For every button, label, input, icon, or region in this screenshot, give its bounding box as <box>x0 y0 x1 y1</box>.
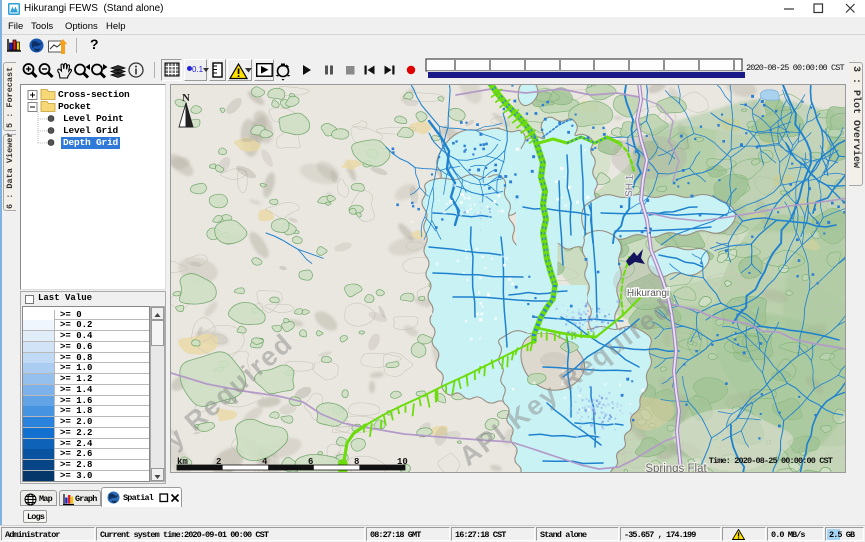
svg-text:Time: 2020-08-25 00:00:00 CST: Time: 2020-08-25 00:00:00 CST <box>709 456 833 466</box>
svg-text:Hikurangi: Hikurangi <box>627 288 669 299</box>
svg-text:Springs Flat: Springs Flat <box>645 463 707 473</box>
svg-text:SH 1: SH 1 <box>624 174 636 197</box>
svg-text:N: N <box>182 92 190 104</box>
